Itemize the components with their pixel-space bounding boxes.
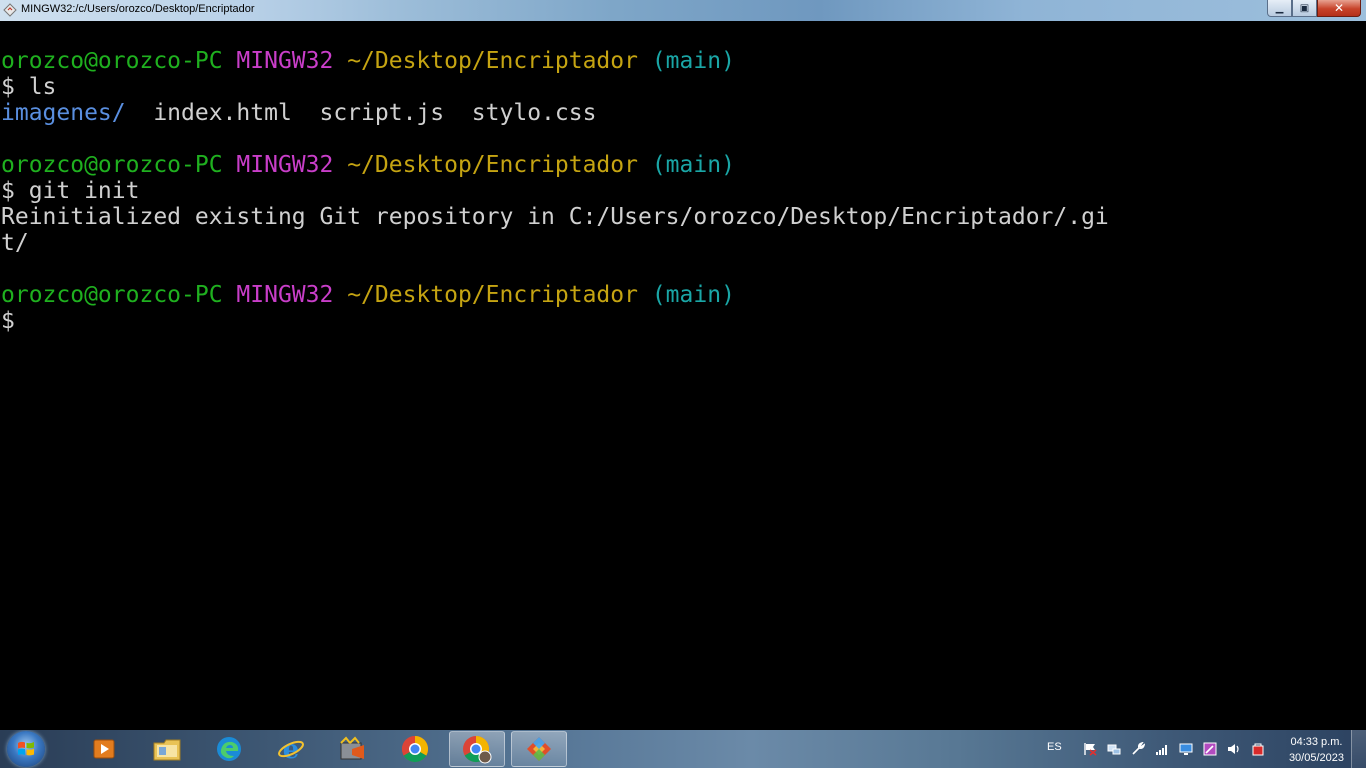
internet-explorer-icon: e <box>278 735 304 763</box>
volume-icon[interactable] <box>1227 742 1241 756</box>
terminal-segment-text: Reinitialized existing Git repository in… <box>1 204 1109 230</box>
start-button[interactable] <box>7 731 45 767</box>
taskbar-git-bash[interactable] <box>511 731 567 767</box>
terminal-line: imagenes/ index.html script.js stylo.css <box>1 100 1109 126</box>
language-indicator[interactable]: ES <box>1047 741 1062 753</box>
terminal-line: orozco@orozco-PC MINGW32 ~/Desktop/Encri… <box>1 282 1109 308</box>
terminal-line: Reinitialized existing Git repository in… <box>1 204 1109 230</box>
signal-icon[interactable] <box>1155 742 1169 756</box>
terminal-line: orozco@orozco-PC MINGW32 ~/Desktop/Encri… <box>1 152 1109 178</box>
terminal-lines: orozco@orozco-PC MINGW32 ~/Desktop/Encri… <box>1 48 1109 334</box>
chrome-icon <box>401 735 429 763</box>
window-controls: ▁ ▣ ✕ <box>1267 0 1361 18</box>
git-bash-icon <box>527 737 551 761</box>
terminal-segment-text: $ git init <box>1 178 140 204</box>
pen-icon[interactable] <box>1203 742 1217 756</box>
taskbar-video-editor[interactable] <box>325 731 381 767</box>
terminal-line: $ ls <box>1 74 1109 100</box>
taskbar-edge[interactable] <box>201 731 257 767</box>
terminal-line: $ <box>1 308 1109 334</box>
terminal-segment-path: ~/Desktop/Encriptador <box>347 152 652 178</box>
video-editor-icon <box>340 736 364 760</box>
edge-icon <box>217 737 241 761</box>
terminal-segment-text: $ ls <box>1 74 57 100</box>
window-title: MINGW32:/c/Users/orozco/Desktop/Encripta… <box>21 3 255 15</box>
terminal-segment-dir: imagenes/ <box>1 100 126 126</box>
taskbar-chrome[interactable] <box>387 731 443 767</box>
wrench-icon[interactable] <box>1131 742 1145 756</box>
close-button[interactable]: ✕ <box>1317 0 1361 17</box>
terminal-segment-text: index.html script.js stylo.css <box>125 100 597 126</box>
terminal-scrollbar[interactable] <box>1349 21 1366 730</box>
terminal-output[interactable]: orozco@orozco-PC MINGW32 ~/Desktop/Encri… <box>0 21 1349 730</box>
security-icon[interactable] <box>1251 742 1265 756</box>
taskbar: e ES 04:33 p.m. 30/05/2023 <box>0 730 1366 768</box>
taskbar-chrome-profile[interactable] <box>449 731 505 767</box>
terminal-segment-branch: (main) <box>651 152 735 178</box>
flag-icon[interactable] <box>1083 742 1097 756</box>
terminal-segment-path: ~/Desktop/Encriptador <box>347 48 652 74</box>
show-desktop-button[interactable] <box>1351 730 1366 768</box>
terminal-segment-branch: (main) <box>651 48 735 74</box>
terminal-segment-sys: MINGW32 <box>236 282 348 308</box>
terminal-segment-sys: MINGW32 <box>236 48 348 74</box>
clock-time: 04:33 p.m. <box>1290 736 1343 748</box>
maximize-button[interactable]: ▣ <box>1292 0 1317 17</box>
terminal-segment-user: orozco@orozco-PC <box>1 152 237 178</box>
taskbar-internet-explorer[interactable]: e <box>263 731 319 767</box>
windows-logo-icon <box>18 741 34 756</box>
terminal-segment-branch: (main) <box>651 282 735 308</box>
terminal-line: $ git init <box>1 178 1109 204</box>
terminal-segment-text: $ <box>1 308 29 334</box>
terminal-line: t/ <box>1 230 1109 256</box>
terminal-line: orozco@orozco-PC MINGW32 ~/Desktop/Encri… <box>1 48 1109 74</box>
clock[interactable]: 04:33 p.m. 30/05/2023 <box>1289 734 1344 766</box>
minimize-button[interactable]: ▁ <box>1267 0 1292 17</box>
clock-date: 30/05/2023 <box>1288 752 1344 764</box>
media-player-icon <box>93 739 115 759</box>
window-titlebar[interactable]: MINGW32:/c/Users/orozco/Desktop/Encripta… <box>0 0 1366 21</box>
taskbar-file-explorer[interactable] <box>139 731 195 767</box>
chrome-profile-icon <box>463 735 492 764</box>
svg-text:e: e <box>283 735 300 763</box>
terminal-segment-user: orozco@orozco-PC <box>1 48 237 74</box>
git-bash-app-icon <box>3 3 17 17</box>
network-manager-icon[interactable] <box>1107 742 1121 756</box>
monitor-icon[interactable] <box>1179 742 1193 756</box>
taskbar-media-player[interactable] <box>76 731 132 767</box>
system-tray: ES 04:33 p.m. 30/05/2023 <box>1021 730 1366 768</box>
terminal-segment-text: t/ <box>1 230 29 256</box>
terminal-segment-sys: MINGW32 <box>236 152 348 178</box>
terminal-segment-path: ~/Desktop/Encriptador <box>347 282 652 308</box>
file-explorer-icon <box>153 739 181 761</box>
terminal-segment-user: orozco@orozco-PC <box>1 282 237 308</box>
